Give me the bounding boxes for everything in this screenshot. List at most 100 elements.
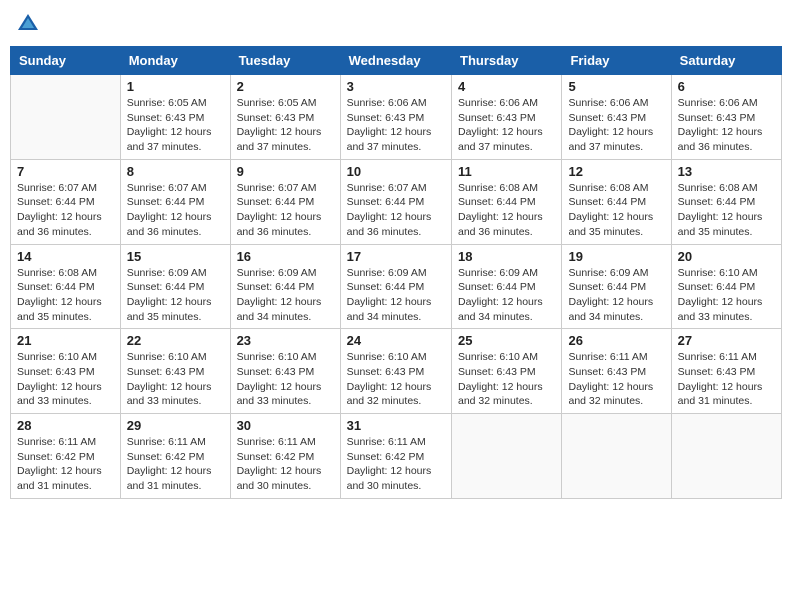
day-number: 8 bbox=[127, 164, 224, 179]
day-info: Sunrise: 6:09 AM Sunset: 6:44 PM Dayligh… bbox=[127, 266, 224, 325]
day-number: 28 bbox=[17, 418, 114, 433]
weekday-header-sunday: Sunday bbox=[11, 47, 121, 75]
calendar-cell: 10 Sunrise: 6:07 AM Sunset: 6:44 PM Dayli… bbox=[340, 159, 451, 244]
day-info: Sunrise: 6:08 AM Sunset: 6:44 PM Dayligh… bbox=[458, 181, 555, 240]
day-info: Sunrise: 6:07 AM Sunset: 6:44 PM Dayligh… bbox=[17, 181, 114, 240]
calendar-cell: 21 Sunrise: 6:10 AM Sunset: 6:43 PM Dayli… bbox=[11, 329, 121, 414]
day-info: Sunrise: 6:08 AM Sunset: 6:44 PM Dayligh… bbox=[678, 181, 775, 240]
day-info: Sunrise: 6:10 AM Sunset: 6:43 PM Dayligh… bbox=[458, 350, 555, 409]
logo-icon bbox=[14, 10, 42, 38]
day-number: 10 bbox=[347, 164, 445, 179]
day-number: 11 bbox=[458, 164, 555, 179]
day-number: 1 bbox=[127, 79, 224, 94]
calendar-cell: 25Sunrise: 6:10 AM Sunset: 6:43 PM Dayli… bbox=[452, 329, 562, 414]
calendar-cell: 13 Sunrise: 6:08 AM Sunset: 6:44 PM Dayli… bbox=[671, 159, 781, 244]
calendar-cell: 4 Sunrise: 6:06 AM Sunset: 6:43 PM Daylig… bbox=[452, 75, 562, 160]
day-info: Sunrise: 6:08 AM Sunset: 6:44 PM Dayligh… bbox=[568, 181, 664, 240]
calendar: SundayMondayTuesdayWednesdayThursdayFrid… bbox=[10, 46, 782, 499]
calendar-cell: 17 Sunrise: 6:09 AM Sunset: 6:44 PM Dayli… bbox=[340, 244, 451, 329]
calendar-cell: 12Sunrise: 6:08 AM Sunset: 6:44 PM Dayli… bbox=[562, 159, 671, 244]
day-number: 18 bbox=[458, 249, 555, 264]
day-number: 14 bbox=[17, 249, 114, 264]
weekday-header-monday: Monday bbox=[120, 47, 230, 75]
week-row-2: 7 Sunrise: 6:07 AM Sunset: 6:44 PM Daylig… bbox=[11, 159, 782, 244]
day-info: Sunrise: 6:06 AM Sunset: 6:43 PM Dayligh… bbox=[678, 96, 775, 155]
day-number: 13 bbox=[678, 164, 775, 179]
calendar-cell: 19 Sunrise: 6:09 AM Sunset: 6:44 PM Dayli… bbox=[562, 244, 671, 329]
day-number: 6 bbox=[678, 79, 775, 94]
calendar-cell: 31 Sunrise: 6:11 AM Sunset: 6:42 PM Dayli… bbox=[340, 414, 451, 499]
calendar-cell: 30Sunrise: 6:11 AM Sunset: 6:42 PM Dayli… bbox=[230, 414, 340, 499]
page-header bbox=[10, 10, 782, 38]
day-info: Sunrise: 6:11 AM Sunset: 6:43 PM Dayligh… bbox=[678, 350, 775, 409]
day-info: Sunrise: 6:05 AM Sunset: 6:43 PM Dayligh… bbox=[237, 96, 334, 155]
calendar-cell: 7 Sunrise: 6:07 AM Sunset: 6:44 PM Daylig… bbox=[11, 159, 121, 244]
day-number: 17 bbox=[347, 249, 445, 264]
day-number: 19 bbox=[568, 249, 664, 264]
week-row-5: 28 Sunrise: 6:11 AM Sunset: 6:42 PM Dayli… bbox=[11, 414, 782, 499]
day-number: 31 bbox=[347, 418, 445, 433]
day-info: Sunrise: 6:11 AM Sunset: 6:42 PM Dayligh… bbox=[127, 435, 224, 494]
calendar-cell bbox=[562, 414, 671, 499]
day-info: Sunrise: 6:10 AM Sunset: 6:44 PM Dayligh… bbox=[678, 266, 775, 325]
day-number: 3 bbox=[347, 79, 445, 94]
calendar-cell bbox=[11, 75, 121, 160]
calendar-cell: 6 Sunrise: 6:06 AM Sunset: 6:43 PM Daylig… bbox=[671, 75, 781, 160]
day-number: 4 bbox=[458, 79, 555, 94]
day-info: Sunrise: 6:07 AM Sunset: 6:44 PM Dayligh… bbox=[347, 181, 445, 240]
calendar-cell: 3 Sunrise: 6:06 AM Sunset: 6:43 PM Daylig… bbox=[340, 75, 451, 160]
day-info: Sunrise: 6:11 AM Sunset: 6:42 PM Dayligh… bbox=[17, 435, 114, 494]
day-info: Sunrise: 6:10 AM Sunset: 6:43 PM Dayligh… bbox=[17, 350, 114, 409]
calendar-cell: 18Sunrise: 6:09 AM Sunset: 6:44 PM Dayli… bbox=[452, 244, 562, 329]
day-number: 2 bbox=[237, 79, 334, 94]
day-info: Sunrise: 6:06 AM Sunset: 6:43 PM Dayligh… bbox=[458, 96, 555, 155]
calendar-cell: 9 Sunrise: 6:07 AM Sunset: 6:44 PM Daylig… bbox=[230, 159, 340, 244]
calendar-cell: 23 Sunrise: 6:10 AM Sunset: 6:43 PM Dayli… bbox=[230, 329, 340, 414]
calendar-cell: 14 Sunrise: 6:08 AM Sunset: 6:44 PM Dayli… bbox=[11, 244, 121, 329]
calendar-cell: 27Sunrise: 6:11 AM Sunset: 6:43 PM Dayli… bbox=[671, 329, 781, 414]
calendar-cell: 1 Sunrise: 6:05 AM Sunset: 6:43 PM Daylig… bbox=[120, 75, 230, 160]
calendar-cell: 28 Sunrise: 6:11 AM Sunset: 6:42 PM Dayli… bbox=[11, 414, 121, 499]
calendar-cell: 20 Sunrise: 6:10 AM Sunset: 6:44 PM Dayli… bbox=[671, 244, 781, 329]
weekday-header-tuesday: Tuesday bbox=[230, 47, 340, 75]
day-number: 24 bbox=[347, 333, 445, 348]
week-row-3: 14 Sunrise: 6:08 AM Sunset: 6:44 PM Dayli… bbox=[11, 244, 782, 329]
day-info: Sunrise: 6:09 AM Sunset: 6:44 PM Dayligh… bbox=[568, 266, 664, 325]
calendar-cell: 24 Sunrise: 6:10 AM Sunset: 6:43 PM Dayli… bbox=[340, 329, 451, 414]
day-number: 5 bbox=[568, 79, 664, 94]
logo bbox=[14, 10, 46, 38]
day-number: 15 bbox=[127, 249, 224, 264]
day-info: Sunrise: 6:11 AM Sunset: 6:42 PM Dayligh… bbox=[237, 435, 334, 494]
day-number: 21 bbox=[17, 333, 114, 348]
weekday-header-thursday: Thursday bbox=[452, 47, 562, 75]
day-number: 23 bbox=[237, 333, 334, 348]
calendar-cell: 16 Sunrise: 6:09 AM Sunset: 6:44 PM Dayli… bbox=[230, 244, 340, 329]
day-number: 29 bbox=[127, 418, 224, 433]
day-info: Sunrise: 6:10 AM Sunset: 6:43 PM Dayligh… bbox=[347, 350, 445, 409]
day-number: 9 bbox=[237, 164, 334, 179]
day-info: Sunrise: 6:06 AM Sunset: 6:43 PM Dayligh… bbox=[568, 96, 664, 155]
calendar-cell bbox=[671, 414, 781, 499]
day-info: Sunrise: 6:08 AM Sunset: 6:44 PM Dayligh… bbox=[17, 266, 114, 325]
day-number: 7 bbox=[17, 164, 114, 179]
week-row-1: 1 Sunrise: 6:05 AM Sunset: 6:43 PM Daylig… bbox=[11, 75, 782, 160]
day-info: Sunrise: 6:10 AM Sunset: 6:43 PM Dayligh… bbox=[237, 350, 334, 409]
calendar-cell: 15 Sunrise: 6:09 AM Sunset: 6:44 PM Dayli… bbox=[120, 244, 230, 329]
week-row-4: 21 Sunrise: 6:10 AM Sunset: 6:43 PM Dayli… bbox=[11, 329, 782, 414]
day-info: Sunrise: 6:06 AM Sunset: 6:43 PM Dayligh… bbox=[347, 96, 445, 155]
calendar-cell: 5 Sunrise: 6:06 AM Sunset: 6:43 PM Daylig… bbox=[562, 75, 671, 160]
day-number: 20 bbox=[678, 249, 775, 264]
calendar-cell bbox=[452, 414, 562, 499]
day-number: 16 bbox=[237, 249, 334, 264]
weekday-header-saturday: Saturday bbox=[671, 47, 781, 75]
calendar-cell: 11 Sunrise: 6:08 AM Sunset: 6:44 PM Dayli… bbox=[452, 159, 562, 244]
day-info: Sunrise: 6:09 AM Sunset: 6:44 PM Dayligh… bbox=[347, 266, 445, 325]
day-info: Sunrise: 6:07 AM Sunset: 6:44 PM Dayligh… bbox=[127, 181, 224, 240]
day-info: Sunrise: 6:05 AM Sunset: 6:43 PM Dayligh… bbox=[127, 96, 224, 155]
calendar-cell: 29 Sunrise: 6:11 AM Sunset: 6:42 PM Dayli… bbox=[120, 414, 230, 499]
calendar-cell: 26Sunrise: 6:11 AM Sunset: 6:43 PM Dayli… bbox=[562, 329, 671, 414]
day-info: Sunrise: 6:11 AM Sunset: 6:42 PM Dayligh… bbox=[347, 435, 445, 494]
day-info: Sunrise: 6:09 AM Sunset: 6:44 PM Dayligh… bbox=[237, 266, 334, 325]
day-info: Sunrise: 6:07 AM Sunset: 6:44 PM Dayligh… bbox=[237, 181, 334, 240]
calendar-cell: 8 Sunrise: 6:07 AM Sunset: 6:44 PM Daylig… bbox=[120, 159, 230, 244]
